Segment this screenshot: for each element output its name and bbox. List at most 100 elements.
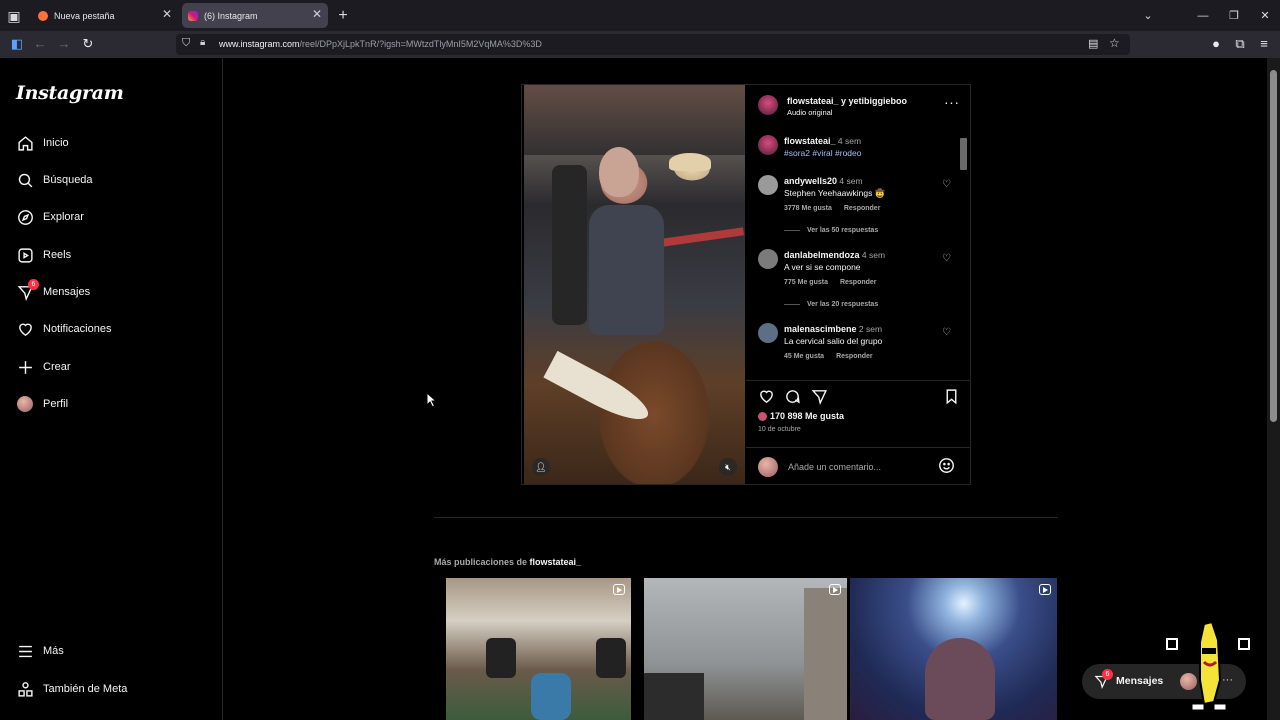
comment-meta: 45 Me gusta Responder: [784, 353, 885, 360]
comment-body: A ver si se compone: [784, 262, 861, 272]
more-post-thumbnail[interactable]: [446, 578, 631, 720]
shield-icon[interactable]: ⛉: [182, 37, 190, 50]
view-replies-button[interactable]: Ver las 50 respuestas: [784, 227, 878, 234]
reply-button[interactable]: Responder: [836, 353, 873, 360]
sidebar-item-label: Reels: [43, 249, 72, 261]
comment-time: 2 sem: [858, 324, 883, 334]
comment-likes[interactable]: 3778 Me gusta: [784, 205, 832, 212]
page-scrollbar[interactable]: [1267, 58, 1280, 720]
more-posts-title: Más publicaciones de flowstateai_: [434, 557, 582, 567]
sidebar-item-label: Más: [43, 645, 64, 657]
sidebar-item-notificaciones[interactable]: Notificaciones: [16, 317, 111, 341]
sidebar-item-inicio[interactable]: Inicio: [16, 131, 69, 155]
author-avatar[interactable]: [758, 95, 778, 115]
compass-icon: [16, 208, 34, 226]
url-bar[interactable]: ⛉ 🔒︎ www.instagram.com/reel/DPpXjLpkTnR/…: [176, 34, 1130, 55]
comment-likes[interactable]: 45 Me gusta: [784, 353, 824, 360]
lock-icon[interactable]: 🔒︎: [200, 37, 205, 48]
bookmark-star-icon[interactable]: ☆: [1109, 36, 1120, 50]
comment-likes[interactable]: 775 Me gusta: [784, 279, 828, 286]
section-divider: [434, 517, 1058, 518]
likes-count[interactable]: 170 898 Me gusta: [758, 411, 844, 422]
tab-nueva-pestana[interactable]: Nueva pestaña ✕: [32, 3, 178, 28]
banana-sticker-icon: [1166, 620, 1250, 711]
avatar: [16, 395, 34, 413]
plus-icon: [16, 358, 34, 376]
sidebar-item-meta[interactable]: También de Meta: [16, 677, 127, 701]
commenter-avatar[interactable]: [758, 249, 778, 269]
sidebar-item-label: Perfil: [43, 398, 69, 410]
close-tab-icon[interactable]: ✕: [162, 7, 172, 21]
close-tab-icon[interactable]: ✕: [312, 7, 322, 21]
comment-text: danlabelmendoza 4 sem A ver si se compon…: [784, 249, 934, 273]
chevron-down-icon[interactable]: ⌄: [1138, 6, 1158, 26]
post-actions: 170 898 Me gusta 10 de octubre: [746, 380, 970, 440]
account-icon[interactable]: ●: [1207, 35, 1225, 53]
comment-username[interactable]: malenascimbene: [784, 324, 857, 334]
restore-icon[interactable]: ❐: [1224, 6, 1244, 26]
share-send-icon[interactable]: [811, 388, 829, 406]
menu-icon: [16, 642, 34, 660]
reel-video[interactable]: 👤︎ 🔇︎: [524, 85, 745, 484]
comment-body: Stephen Yeehaawkings 🤠: [784, 188, 886, 198]
mute-icon[interactable]: 🔇︎: [719, 458, 737, 476]
tab-list-icon[interactable]: ▣: [4, 6, 24, 26]
audio-label[interactable]: Audio original: [787, 108, 832, 117]
sidebar-item-mensajes[interactable]: 6 Mensajes: [16, 279, 90, 304]
reload-icon[interactable]: ↻: [79, 35, 97, 53]
sidebar-item-crear[interactable]: Crear: [16, 355, 71, 379]
meta-icon: [16, 680, 34, 698]
browser-nav-bar: ◧ ← → ↻ ⛉ 🔒︎ www.instagram.com/reel/DPpX…: [0, 31, 1280, 58]
menu-icon[interactable]: ≡: [1255, 35, 1273, 53]
view-replies-button[interactable]: Ver las 20 respuestas: [784, 301, 878, 308]
notification-badge: 6: [1102, 669, 1113, 680]
post-date: 10 de octubre: [758, 426, 801, 433]
home-icon: [16, 134, 34, 152]
instagram-sidebar: Instagram Inicio Búsqueda Explorar Reels…: [0, 58, 223, 720]
comment-username[interactable]: flowstateai_: [784, 136, 836, 146]
minimize-icon[interactable]: —: [1193, 6, 1213, 26]
reply-button[interactable]: Responder: [844, 205, 881, 212]
more-post-thumbnail[interactable]: [644, 578, 847, 720]
back-icon[interactable]: ←: [31, 35, 49, 53]
reader-view-icon[interactable]: ▤: [1088, 37, 1098, 50]
sidebar-item-perfil[interactable]: Perfil: [16, 392, 68, 416]
comment-input[interactable]: Añade un comentario...: [788, 462, 881, 472]
post-authors[interactable]: flowstateai_ y yetibiggieboo: [787, 96, 907, 106]
comment-username[interactable]: danlabelmendoza: [784, 250, 860, 260]
comment-time: 4 sem: [837, 136, 862, 146]
hashtags[interactable]: #sora2 #viral #rodeo: [784, 148, 862, 158]
commenter-avatar[interactable]: [758, 175, 778, 195]
more-post-thumbnail[interactable]: [850, 578, 1057, 720]
commenter-avatar[interactable]: [758, 323, 778, 343]
like-heart-icon[interactable]: [758, 388, 776, 406]
instagram-logo[interactable]: Instagram: [16, 82, 124, 104]
comments-scrollbar[interactable]: [959, 129, 967, 377]
tab-instagram[interactable]: (6) Instagram ✕: [182, 3, 328, 28]
author-avatar[interactable]: [758, 135, 778, 155]
more-options-icon[interactable]: ···: [944, 94, 960, 110]
messenger-icon: 6: [16, 279, 39, 301]
comment-like-heart-icon[interactable]: ♡: [942, 253, 951, 264]
sidebar-item-busqueda[interactable]: Búsqueda: [16, 168, 93, 192]
reply-button[interactable]: Responder: [840, 279, 877, 286]
sidebar-item-mas[interactable]: Más: [16, 639, 64, 663]
comment-like-heart-icon[interactable]: ♡: [942, 179, 951, 190]
comment-like-heart-icon[interactable]: ♡: [942, 327, 951, 338]
messages-label: Mensajes: [1116, 675, 1164, 687]
comment-bubble-icon[interactable]: [784, 388, 802, 406]
heart-icon: [16, 320, 34, 338]
save-bookmark-icon[interactable]: [943, 388, 961, 406]
sidebar-toggle-icon[interactable]: ◧: [8, 35, 26, 53]
reel-post: 👤︎ 🔇︎ flowstateai_ y yetibiggieboo Audio…: [521, 84, 971, 485]
forward-icon[interactable]: →: [55, 35, 73, 53]
emoji-icon[interactable]: [938, 457, 955, 479]
comment-username[interactable]: andywells20: [784, 176, 837, 186]
sidebar-item-reels[interactable]: Reels: [16, 243, 71, 267]
close-window-icon[interactable]: ✕: [1255, 6, 1275, 26]
sidebar-item-explorar[interactable]: Explorar: [16, 205, 84, 229]
extensions-icon[interactable]: ⧉: [1231, 35, 1249, 53]
new-tab-icon[interactable]: +: [333, 6, 353, 26]
more-posts-username[interactable]: flowstateai_: [530, 557, 582, 567]
user-tag-icon[interactable]: 👤︎: [532, 458, 550, 476]
